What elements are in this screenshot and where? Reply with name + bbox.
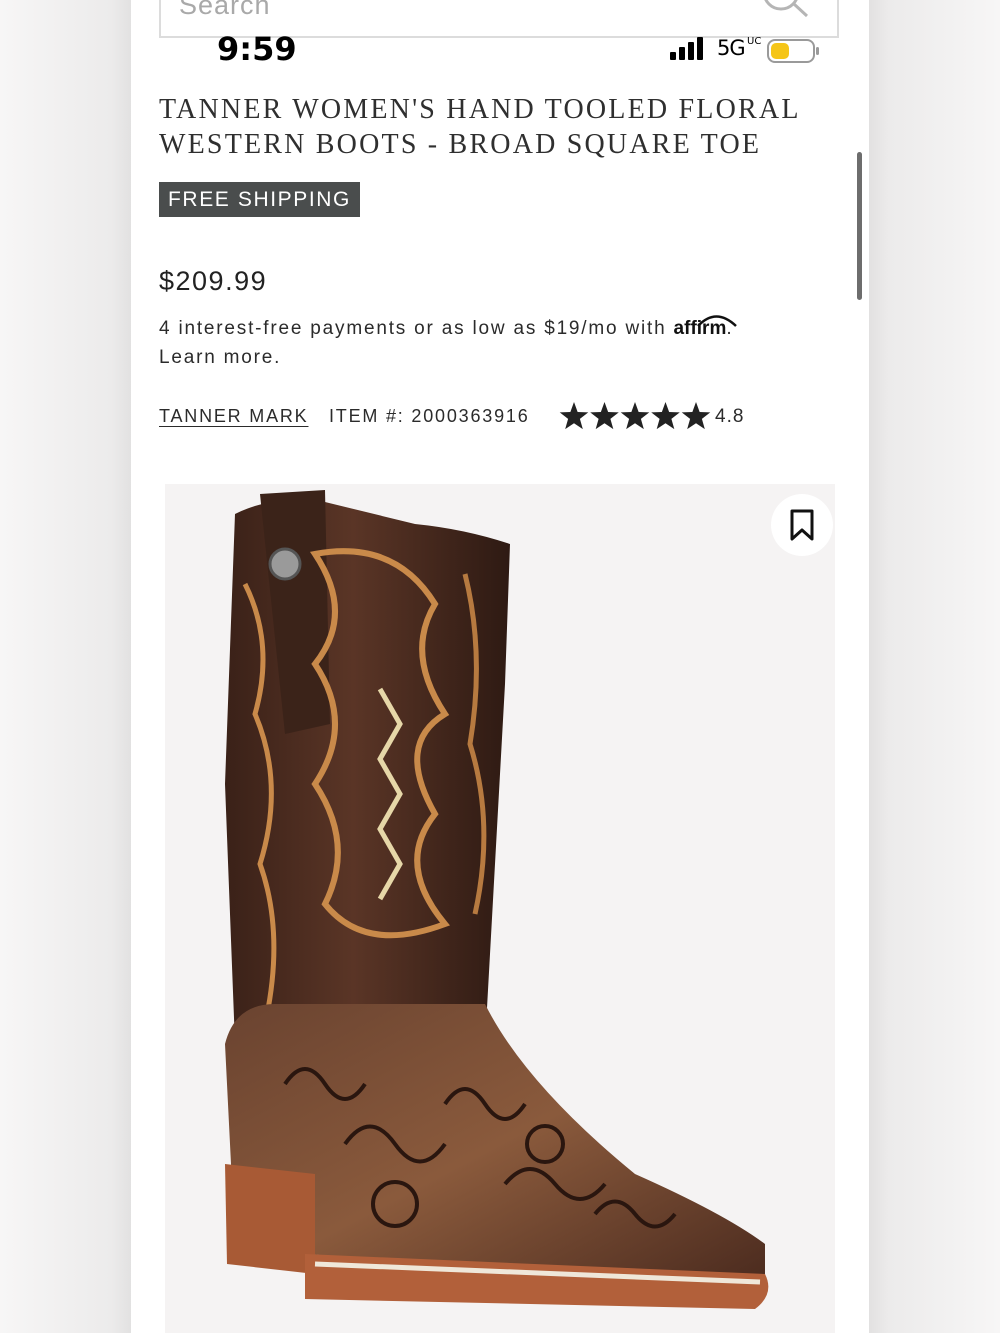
- left-backdrop: [0, 0, 131, 1333]
- phone-screen: Search 9:59 5G UC TANNER WOMEN'S HAND TO…: [131, 0, 869, 1333]
- battery-icon: [767, 38, 821, 69]
- financing-message: 4 interest-free payments or as low as $1…: [159, 314, 849, 372]
- save-bookmark-button[interactable]: [771, 494, 833, 556]
- search-input[interactable]: Search: [179, 0, 271, 21]
- learn-more-link[interactable]: Learn more.: [159, 347, 281, 368]
- western-boot-image: [225, 490, 769, 1309]
- product-price: $209.99: [159, 266, 268, 296]
- network-sub-label: UC: [747, 36, 762, 47]
- rating-value: 4.8: [715, 406, 745, 427]
- signal-icon: [670, 37, 710, 66]
- status-time: 9:59: [217, 30, 297, 68]
- financing-text: 4 interest-free payments or as low as $1…: [159, 318, 667, 339]
- bookmark-icon: [790, 509, 814, 541]
- rating-stars[interactable]: [559, 400, 711, 437]
- item-number: ITEM #: 2000363916: [329, 406, 530, 426]
- affirm-logo: affirm: [674, 315, 737, 339]
- product-title: TANNER WOMEN'S HAND TOOLED FLORAL WESTER…: [159, 94, 800, 160]
- search-icon[interactable]: [759, 0, 815, 25]
- star-icon: [651, 402, 680, 430]
- scrollbar[interactable]: [857, 152, 862, 300]
- star-icon: [620, 402, 650, 430]
- star-icon: [681, 402, 711, 430]
- network-label: 5G: [717, 36, 746, 60]
- star-icon: [559, 402, 589, 430]
- product-image[interactable]: [165, 484, 835, 1333]
- star-icon: [590, 402, 619, 430]
- right-backdrop: [869, 0, 1000, 1333]
- product-meta-row: TANNER MARK ITEM #: 2000363916 4.8: [159, 400, 849, 434]
- free-shipping-badge: FREE SHIPPING: [159, 182, 360, 217]
- affirm-arc-icon: [696, 315, 737, 327]
- brand-link[interactable]: TANNER MARK: [159, 406, 308, 427]
